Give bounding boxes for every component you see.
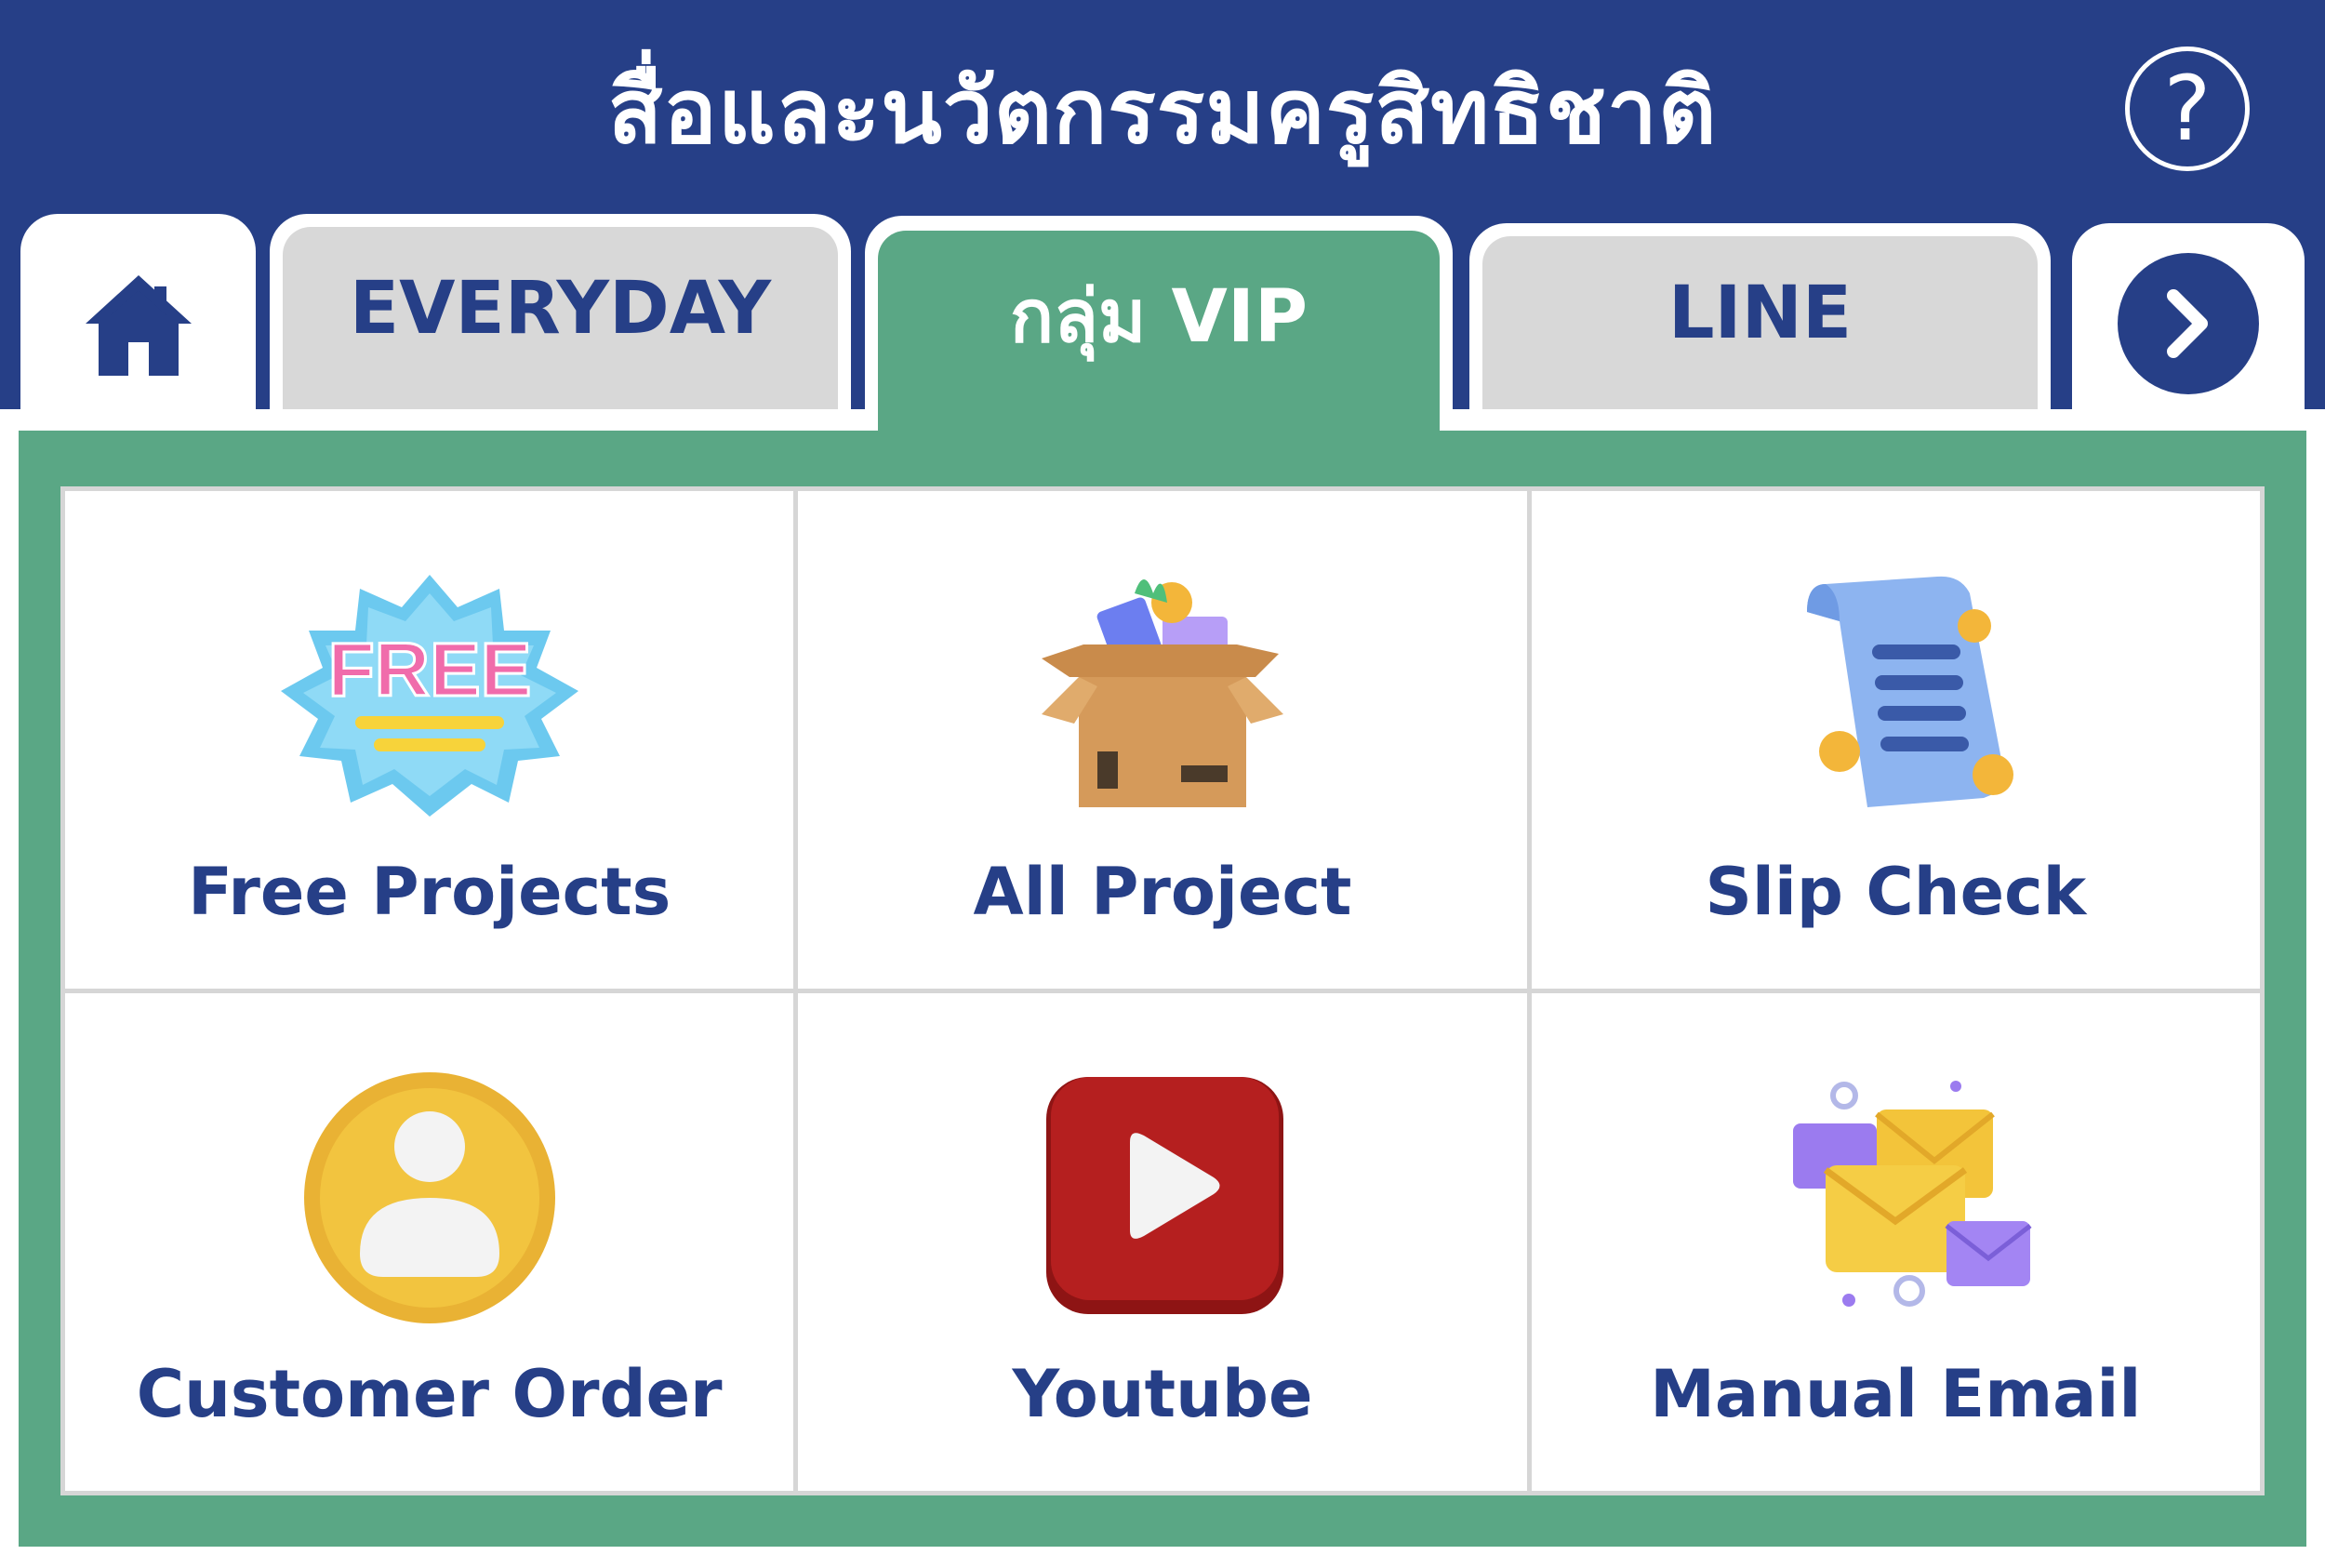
header-bar: สื่อและนวัตกรรมครูสิทธิชาติ ? EVERYDAY ก…: [0, 0, 2325, 456]
tab-home[interactable]: [20, 214, 256, 456]
menu-item-label: All Project: [973, 854, 1352, 930]
menu-item-label: Customer Order: [136, 1356, 723, 1432]
help-icon: ?: [2163, 57, 2212, 161]
menu-item-label: Free Projects: [188, 854, 671, 930]
chevron-right-icon: [2167, 289, 2208, 358]
tab-line[interactable]: LINE: [1469, 223, 2051, 409]
box-icon: [1004, 565, 1321, 826]
menu-item-label: Youtube: [1012, 1356, 1313, 1432]
tab-vip[interactable]: กลุ่ม VIP: [865, 216, 1453, 439]
tab-vip-label: กลุ่ม VIP: [1009, 275, 1309, 359]
envelope-icon: [1737, 1068, 2053, 1328]
menu-item-youtube[interactable]: Youtube: [798, 993, 1527, 1491]
page-title: สื่อและนวัตกรรมครูสิทธิชาติ: [607, 60, 1718, 164]
menu-item-manual-email[interactable]: Manual Email: [1531, 993, 2260, 1491]
menu-item-label: Manual Email: [1650, 1356, 2142, 1432]
tab-everyday-label: EVERYDAY: [349, 267, 772, 351]
content-panel: FREE Free Projects All Project Slip Chec…: [19, 431, 2306, 1547]
menu-item-customer-order[interactable]: Customer Order: [65, 993, 794, 1491]
menu-item-slip-check[interactable]: Slip Check: [1531, 491, 2260, 989]
tab-next[interactable]: [2072, 223, 2305, 419]
menu-grid: FREE Free Projects All Project Slip Chec…: [60, 486, 2265, 1495]
home-icon: [85, 275, 192, 376]
tab-line-label: LINE: [1667, 272, 1853, 355]
menu-item-all-project[interactable]: All Project: [798, 491, 1527, 989]
menu-item-free-projects[interactable]: FREE Free Projects: [65, 491, 794, 989]
free-badge-icon: FREE: [272, 565, 588, 826]
tab-everyday[interactable]: EVERYDAY: [270, 214, 851, 409]
receipt-icon: [1737, 565, 2053, 826]
menu-item-label: Slip Check: [1705, 854, 2087, 930]
svg-text:FREE: FREE: [327, 628, 531, 712]
play-icon: [1004, 1068, 1321, 1328]
help-button[interactable]: ?: [2125, 47, 2250, 171]
user-icon: [272, 1068, 588, 1328]
next-button[interactable]: [2118, 253, 2259, 394]
